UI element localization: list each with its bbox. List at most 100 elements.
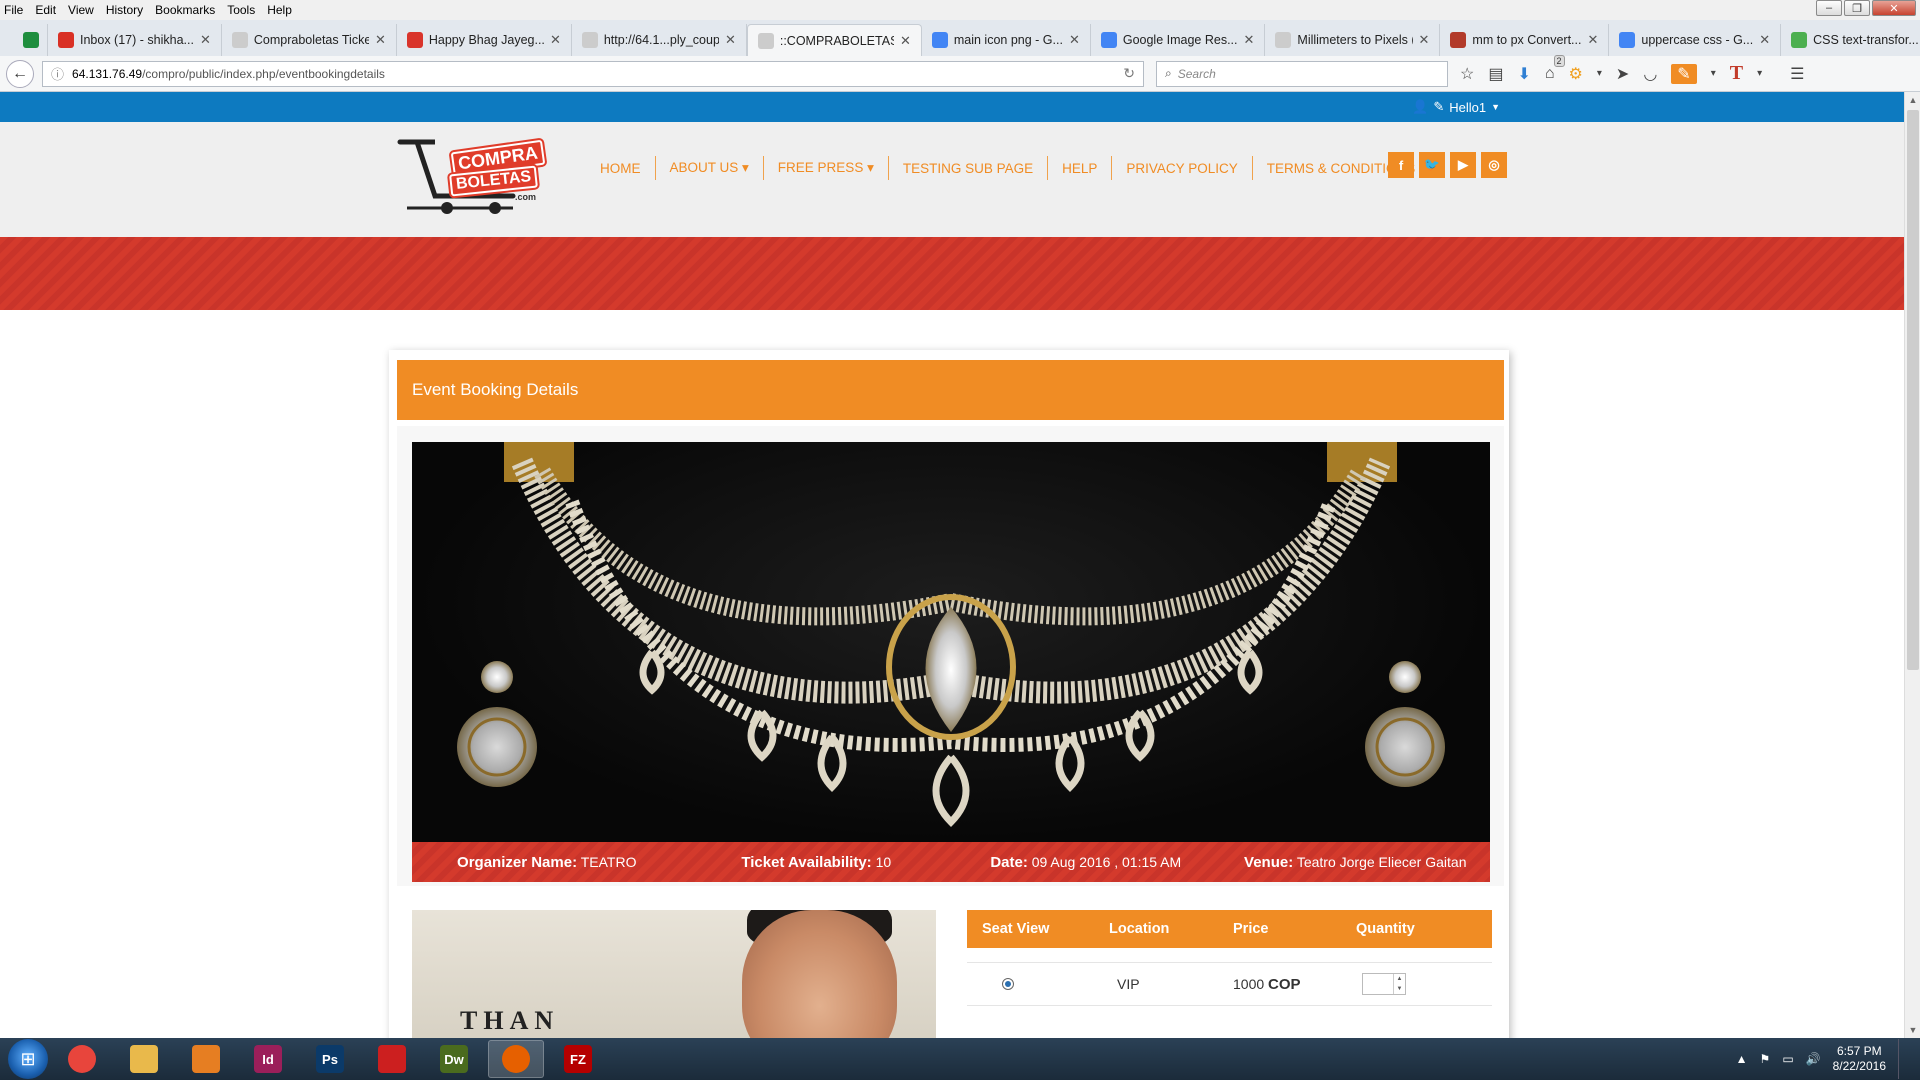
menu-help[interactable]: Help [267, 3, 292, 17]
start-button[interactable]: ⊞ [8, 1039, 48, 1079]
date-label: Date: [990, 853, 1028, 871]
nav-help[interactable]: HELP [1048, 156, 1113, 180]
close-tab-icon[interactable]: ✕ [1244, 32, 1255, 48]
browser-tab[interactable]: http://64.1...ply_coupon ✕ [572, 24, 747, 56]
sheets-icon [23, 32, 39, 48]
nav-about-us[interactable]: ABOUT US ▾ [656, 156, 764, 180]
facebook-icon[interactable]: f [1388, 152, 1414, 178]
search-input[interactable]: ⌕ Search [1156, 60, 1448, 87]
back-button[interactable]: ← [6, 59, 34, 88]
col-location: Location [1109, 921, 1170, 937]
font-tool-icon[interactable]: T [1730, 62, 1743, 85]
close-tab-icon[interactable]: ✕ [900, 33, 911, 49]
hamburger-menu-icon[interactable]: ☰ [1790, 64, 1804, 84]
site-header: COMPRA BOLETAS .com HOME ABOUT US ▾ FREE… [0, 122, 1904, 237]
close-tab-icon[interactable]: ✕ [1069, 32, 1080, 48]
site-icon [406, 32, 423, 48]
menu-edit[interactable]: Edit [35, 3, 56, 17]
menu-file[interactable]: File [4, 3, 23, 17]
volume-icon[interactable]: 🔊 [1806, 1052, 1821, 1066]
pocket-icon[interactable]: ◡ [1643, 64, 1657, 84]
close-tab-icon[interactable]: ✕ [550, 32, 561, 48]
browser-tab[interactable]: main icon png - G... ✕ [922, 24, 1091, 56]
scroll-down-icon[interactable]: ▼ [1905, 1022, 1920, 1038]
home-icon[interactable]: ⌂ 2 [1545, 54, 1565, 83]
reload-icon[interactable]: ↻ [1123, 65, 1135, 82]
menu-history[interactable]: History [106, 3, 143, 17]
scroll-up-icon[interactable]: ▲ [1905, 92, 1920, 108]
addon-icon[interactable]: ⚙ [1569, 64, 1583, 84]
browser-tab[interactable] [14, 24, 48, 56]
taskbar-media-player[interactable] [178, 1040, 234, 1078]
browser-tab[interactable]: ::COMPRABOLETAS:: ✕ [746, 24, 922, 56]
close-tab-icon[interactable]: ✕ [725, 32, 736, 48]
taskbar-photoshop[interactable]: Ps [302, 1040, 358, 1078]
browser-tab[interactable]: uppercase css - G... ✕ [1609, 24, 1782, 56]
menu-bookmarks[interactable]: Bookmarks [155, 3, 215, 17]
taskbar-indesign[interactable]: Id [240, 1040, 296, 1078]
venue-info: Venue: Teatro Jorge Eliecer Gaitan [1221, 854, 1491, 871]
nav-privacy-policy[interactable]: PRIVACY POLICY [1112, 156, 1253, 180]
stepper-arrows-icon[interactable]: ▲ ▼ [1393, 974, 1405, 994]
quantity-stepper[interactable]: ▲ ▼ [1362, 973, 1406, 995]
taskbar-filezilla[interactable]: FZ [550, 1040, 606, 1078]
close-tab-icon[interactable]: ✕ [1759, 32, 1770, 48]
send-icon[interactable]: ➤ [1616, 64, 1629, 84]
site-logo[interactable]: COMPRA BOLETAS .com [395, 134, 555, 218]
browser-tab[interactable]: Millimeters to Pixels (Y... ✕ [1265, 24, 1441, 56]
user-menu[interactable]: 👤 ✎ Hello1 ▼ [1412, 92, 1500, 122]
page-scrollbar[interactable]: ▲ ▼ [1904, 92, 1920, 1038]
windows-taskbar: ⊞ Id Ps Dw FZ ▲ ⚑ ▭ 🔊 6:57 PM 8/22/2016 [0, 1038, 1920, 1080]
availability-label: Ticket Availability: [741, 853, 872, 871]
minimize-button[interactable]: – [1816, 0, 1842, 16]
browser-tab[interactable]: Inbox (17) - shikha... ✕ [48, 24, 222, 56]
browser-tab[interactable]: Happy Bhag Jayeg... ✕ [397, 24, 572, 56]
indesign-icon: Id [254, 1045, 282, 1073]
acrobat-icon [378, 1045, 406, 1073]
tray-expand-icon[interactable]: ▲ [1736, 1052, 1748, 1066]
instagram-icon[interactable]: ◎ [1481, 152, 1507, 178]
reading-list-icon[interactable]: ▤ [1488, 64, 1503, 84]
close-tab-icon[interactable]: ✕ [1419, 32, 1430, 48]
network-icon[interactable]: ▭ [1782, 1052, 1793, 1066]
browser-tab[interactable]: CSS text-transfor...✕ [1781, 24, 1920, 56]
browser-tab[interactable]: mm to px Convert... ✕ [1440, 24, 1610, 56]
site-info-icon[interactable]: ⓘ [51, 64, 64, 83]
show-desktop-button[interactable] [1898, 1039, 1910, 1079]
seat-radio[interactable] [1002, 978, 1014, 990]
nav-testing-sub-page[interactable]: TESTING SUB PAGE [889, 156, 1049, 180]
youtube-icon[interactable]: ▶ [1450, 152, 1476, 178]
close-tab-icon[interactable]: ✕ [375, 32, 386, 48]
twitter-icon[interactable]: 🐦 [1419, 152, 1445, 178]
menu-view[interactable]: View [68, 3, 94, 17]
close-tab-icon[interactable]: ✕ [1587, 32, 1598, 48]
dropdown-icon-2[interactable]: ▾ [1711, 68, 1716, 79]
browser-tab[interactable]: Compraboletas Ticket ✕ [222, 24, 397, 56]
nav-home[interactable]: HOME [588, 156, 656, 180]
taskbar-firefox[interactable] [488, 1040, 544, 1078]
download-icon[interactable]: ⬇ [1517, 64, 1530, 84]
dropdown-icon[interactable]: ▾ [1597, 68, 1602, 79]
organizer-label: Organizer Name: [457, 853, 578, 871]
scroll-thumb[interactable] [1907, 110, 1919, 670]
address-bar[interactable]: ⓘ 64.131.76.49/compro/public/index.php/e… [42, 60, 1144, 87]
close-window-button[interactable]: ✕ [1872, 0, 1916, 16]
nav-free-press[interactable]: FREE PRESS ▾ [764, 156, 889, 180]
booking-card: Event Booking Details Organizer Name: TE… [389, 350, 1509, 1038]
close-tab-icon[interactable]: ✕ [200, 32, 211, 48]
blank-icon [1275, 32, 1292, 48]
card-title: Event Booking Details [397, 360, 1504, 420]
clock[interactable]: 6:57 PM 8/22/2016 [1833, 1044, 1886, 1074]
site-icon [1450, 32, 1467, 48]
taskbar-chrome[interactable] [54, 1040, 110, 1078]
bookmark-star-icon[interactable]: ☆ [1460, 64, 1474, 84]
menu-tools[interactable]: Tools [227, 3, 255, 17]
taskbar-acrobat[interactable] [364, 1040, 420, 1078]
taskbar-explorer[interactable] [116, 1040, 172, 1078]
action-center-icon[interactable]: ⚑ [1760, 1052, 1771, 1066]
maximize-button[interactable]: ❐ [1844, 0, 1870, 16]
colorpicker-icon[interactable]: ✎ [1671, 63, 1697, 84]
taskbar-dreamweaver[interactable]: Dw [426, 1040, 482, 1078]
dropdown-icon-3[interactable]: ▾ [1757, 68, 1762, 79]
browser-tab[interactable]: Google Image Res... ✕ [1091, 24, 1266, 56]
